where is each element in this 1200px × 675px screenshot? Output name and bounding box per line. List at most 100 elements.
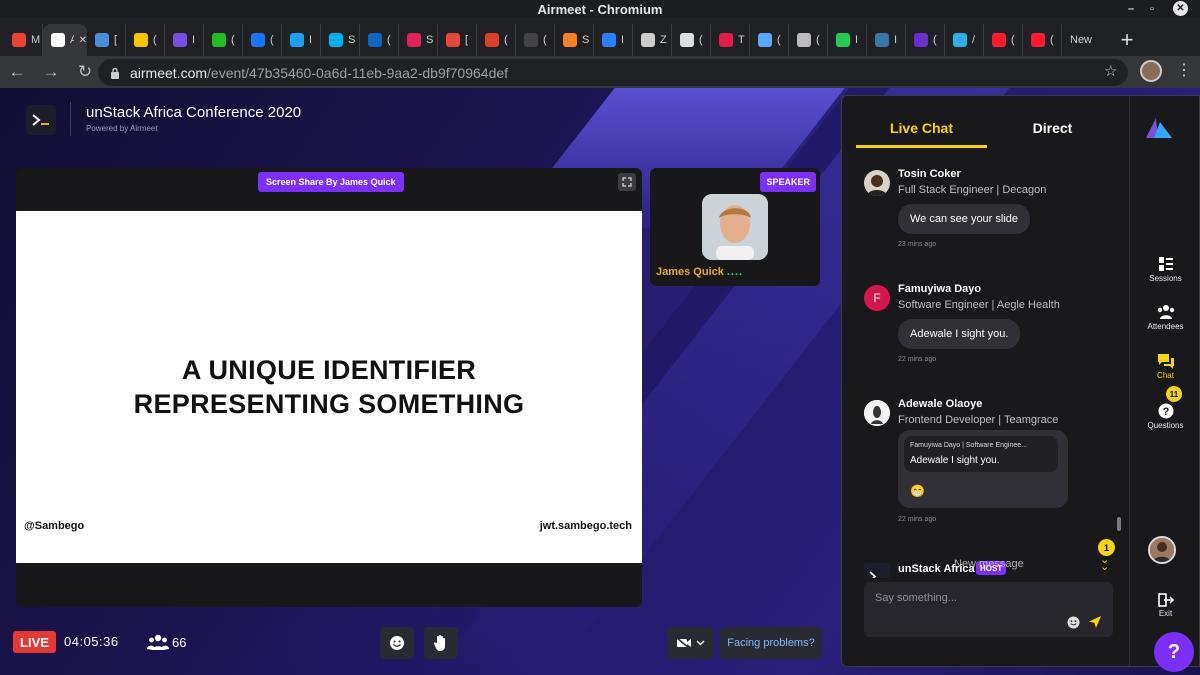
browser-tab-label: /	[972, 34, 976, 46]
browser-tab-label: (	[933, 34, 937, 46]
airmeet-app: unStack Africa Conference 2020 Powered b…	[0, 88, 1200, 675]
browser-tab[interactable]: I	[282, 24, 321, 56]
chat-message: Adewale Olaoye Frontend Developer | Team…	[864, 398, 1104, 538]
chat-messages: Tosin Coker Full Stack Engineer | Decago…	[856, 158, 1118, 578]
header-divider	[70, 102, 71, 136]
camera-off-icon	[676, 637, 691, 649]
calendar-icon	[446, 33, 460, 47]
browser-tab-label: I	[855, 34, 859, 46]
browser-tab[interactable]: (	[1023, 24, 1062, 56]
browser-menu-icon[interactable]: ⋮	[1176, 60, 1192, 80]
browser-tab[interactable]: (	[984, 24, 1023, 56]
user-avatar	[864, 400, 890, 426]
browser-tab[interactable]: New	[1062, 24, 1108, 56]
browser-tab[interactable]: S	[555, 24, 594, 56]
browser-tab[interactable]: S	[399, 24, 438, 56]
restore-icon[interactable]: ▫	[1144, 1, 1160, 17]
twitter-icon	[290, 33, 304, 47]
chat-scrollbar[interactable]	[1117, 517, 1121, 531]
speaker-tile[interactable]: SPEAKER James Quick....	[650, 168, 820, 286]
tab-live-chat[interactable]: Live Chat	[856, 108, 987, 148]
reload-icon[interactable]: ↻	[68, 62, 102, 82]
new-tab-button[interactable]: +	[1112, 24, 1142, 56]
browser-tab-label: [	[114, 34, 118, 46]
hand-icon	[433, 635, 445, 651]
sidebar-item-label: Questions	[1147, 421, 1184, 430]
chat-icon	[1157, 354, 1174, 369]
bookmark-star-icon[interactable]: ☆	[1104, 62, 1117, 80]
browser-tab-label: Z	[660, 34, 667, 46]
globe-icon	[680, 33, 694, 47]
chevron-down-icon	[696, 640, 705, 646]
browser-tab[interactable]: (	[516, 24, 555, 56]
python-icon	[875, 33, 889, 47]
speaker-name-text: James Quick	[656, 266, 724, 278]
browser-tab[interactable]: I	[828, 24, 867, 56]
presentation-slide: A UNIQUE IDENTIFIER REPRESENTING SOMETHI…	[16, 211, 642, 563]
lock-icon	[111, 67, 119, 79]
profile-avatar[interactable]	[1140, 60, 1162, 82]
back-icon[interactable]: ←	[0, 62, 34, 82]
url-field[interactable]: airmeet.com/event/47b35460-0a6d-11eb-9aa…	[98, 59, 1128, 86]
sidebar-item-sessions[interactable]: Sessions	[1130, 256, 1200, 283]
new-message-hint[interactable]: New message	[954, 558, 1024, 570]
help-button[interactable]: ?	[1154, 632, 1194, 672]
forward-icon[interactable]: →	[34, 62, 68, 82]
send-icon[interactable]	[1088, 615, 1102, 629]
audio-level-indicator: ....	[726, 266, 744, 278]
phone-icon	[212, 33, 226, 47]
chat-panel: Live Chat Direct Tosin Coker Full Stack …	[841, 95, 1200, 667]
session-timer: 04:05:36	[64, 634, 119, 649]
browser-tab[interactable]: I	[594, 24, 633, 56]
event-title: unStack Africa Conference 2020	[86, 104, 302, 121]
browser-tab[interactable]: A✕	[43, 24, 87, 56]
minimize-icon[interactable]: –	[1123, 1, 1139, 17]
browser-tab[interactable]: (	[243, 24, 282, 56]
raise-hand-button[interactable]	[424, 627, 458, 659]
facing-problems-button[interactable]: Facing problems?	[720, 627, 822, 659]
sidebar-item-exit[interactable]: Exit	[1130, 593, 1200, 618]
camera-select-button[interactable]	[667, 627, 714, 659]
sidebar-item-attendees[interactable]: Attendees	[1130, 304, 1200, 331]
url-path: /event/47b35460-0a6d-11eb-9aa2-db9f70964…	[207, 64, 509, 81]
fullscreen-icon[interactable]	[618, 173, 636, 191]
browser-tab[interactable]: (	[360, 24, 399, 56]
emoji-picker-icon[interactable]	[1067, 616, 1080, 629]
close-window-icon[interactable]: ✕	[1173, 1, 1188, 16]
browser-tab[interactable]: I	[165, 24, 204, 56]
browser-tab[interactable]: (	[906, 24, 945, 56]
browser-tab[interactable]: S	[321, 24, 360, 56]
slide-heading-line: A UNIQUE IDENTIFIER	[181, 355, 477, 385]
sidebar-item-questions[interactable]: ? Questions	[1130, 403, 1200, 430]
chat-message: F Famuyiwa Dayo Software Engineer | Aegl…	[864, 283, 1104, 363]
self-avatar[interactable]	[1148, 536, 1176, 564]
sidebar-item-chat[interactable]: Chat	[1130, 353, 1200, 380]
browser-tab[interactable]: Z	[633, 24, 672, 56]
browser-tab[interactable]: (	[750, 24, 789, 56]
monitor-icon	[95, 33, 109, 47]
reply-bubble: Famuyiwa Dayo | Software Enginee... Adew…	[898, 430, 1068, 508]
chat-input[interactable]: Say something...	[864, 582, 1113, 637]
browser-tab[interactable]: (	[789, 24, 828, 56]
browser-tab[interactable]: /	[945, 24, 984, 56]
browser-tab[interactable]: (	[672, 24, 711, 56]
browser-tab[interactable]: T	[711, 24, 750, 56]
browser-tab[interactable]: [	[87, 24, 126, 56]
browser-tab[interactable]: I	[867, 24, 906, 56]
browser-tab[interactable]: (	[126, 24, 165, 56]
browser-tab[interactable]: (	[477, 24, 516, 56]
exit-icon	[1157, 593, 1174, 607]
message-time: 22 mins ago	[898, 516, 937, 523]
emoji-reaction-button[interactable]	[380, 627, 414, 659]
quoted-text: Adewale I sight you.	[910, 455, 1000, 466]
browser-tab[interactable]: (	[204, 24, 243, 56]
user-avatar	[864, 170, 890, 196]
scroll-down-chevron-icon[interactable]: ⌄ ⌄	[1100, 555, 1109, 573]
c-icon	[173, 33, 187, 47]
browser-tab[interactable]: M [	[4, 24, 43, 56]
window-title: Airmeet - Chromium	[537, 1, 663, 17]
browser-tab[interactable]: [	[438, 24, 477, 56]
close-tab-icon[interactable]: ✕	[79, 35, 87, 46]
tab-direct[interactable]: Direct	[987, 108, 1118, 148]
r-icon	[836, 33, 850, 47]
